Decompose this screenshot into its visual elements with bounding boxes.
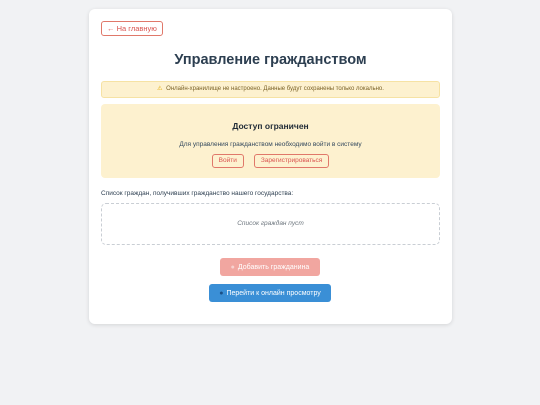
add-citizen-button: ● Добавить гражданина — [220, 258, 320, 276]
people-icon: ● — [219, 289, 224, 297]
access-restricted-message: Для управления гражданством необходимо в… — [179, 141, 362, 148]
user-icon: ● — [230, 263, 235, 271]
citizens-list-empty: Список граждан пуст — [101, 203, 440, 245]
access-restricted-panel: Доступ ограничен Для управления гражданс… — [101, 104, 440, 178]
register-button[interactable]: Зарегистрироваться — [253, 154, 330, 168]
storage-warning-banner: ⚠ Онлайн-хранилище не настроено. Данные … — [101, 81, 440, 98]
citizens-list-caption: Список граждан, получивших гражданство н… — [101, 190, 294, 197]
warning-icon: ⚠ — [157, 86, 163, 92]
login-button[interactable]: Войти — [211, 154, 244, 168]
add-citizen-label: Добавить гражданина — [237, 263, 310, 271]
empty-list-text: Список граждан пуст — [237, 220, 304, 227]
access-restricted-title: Доступ ограничен — [232, 121, 309, 131]
page-title: Управление гражданством — [174, 52, 367, 68]
storage-warning-text: Онлайн-хранилище не настроено. Данные бу… — [166, 86, 384, 92]
online-view-button[interactable]: ● Перейти к онлайн просмотру — [209, 284, 331, 302]
auth-buttons: Войти Зарегистрироваться — [101, 154, 440, 168]
online-view-label: Перейти к онлайн просмотру — [226, 289, 321, 297]
main-card: ← На главную Управление гражданством ⚠ О… — [89, 9, 452, 324]
back-to-home-button[interactable]: ← На главную — [101, 21, 163, 36]
